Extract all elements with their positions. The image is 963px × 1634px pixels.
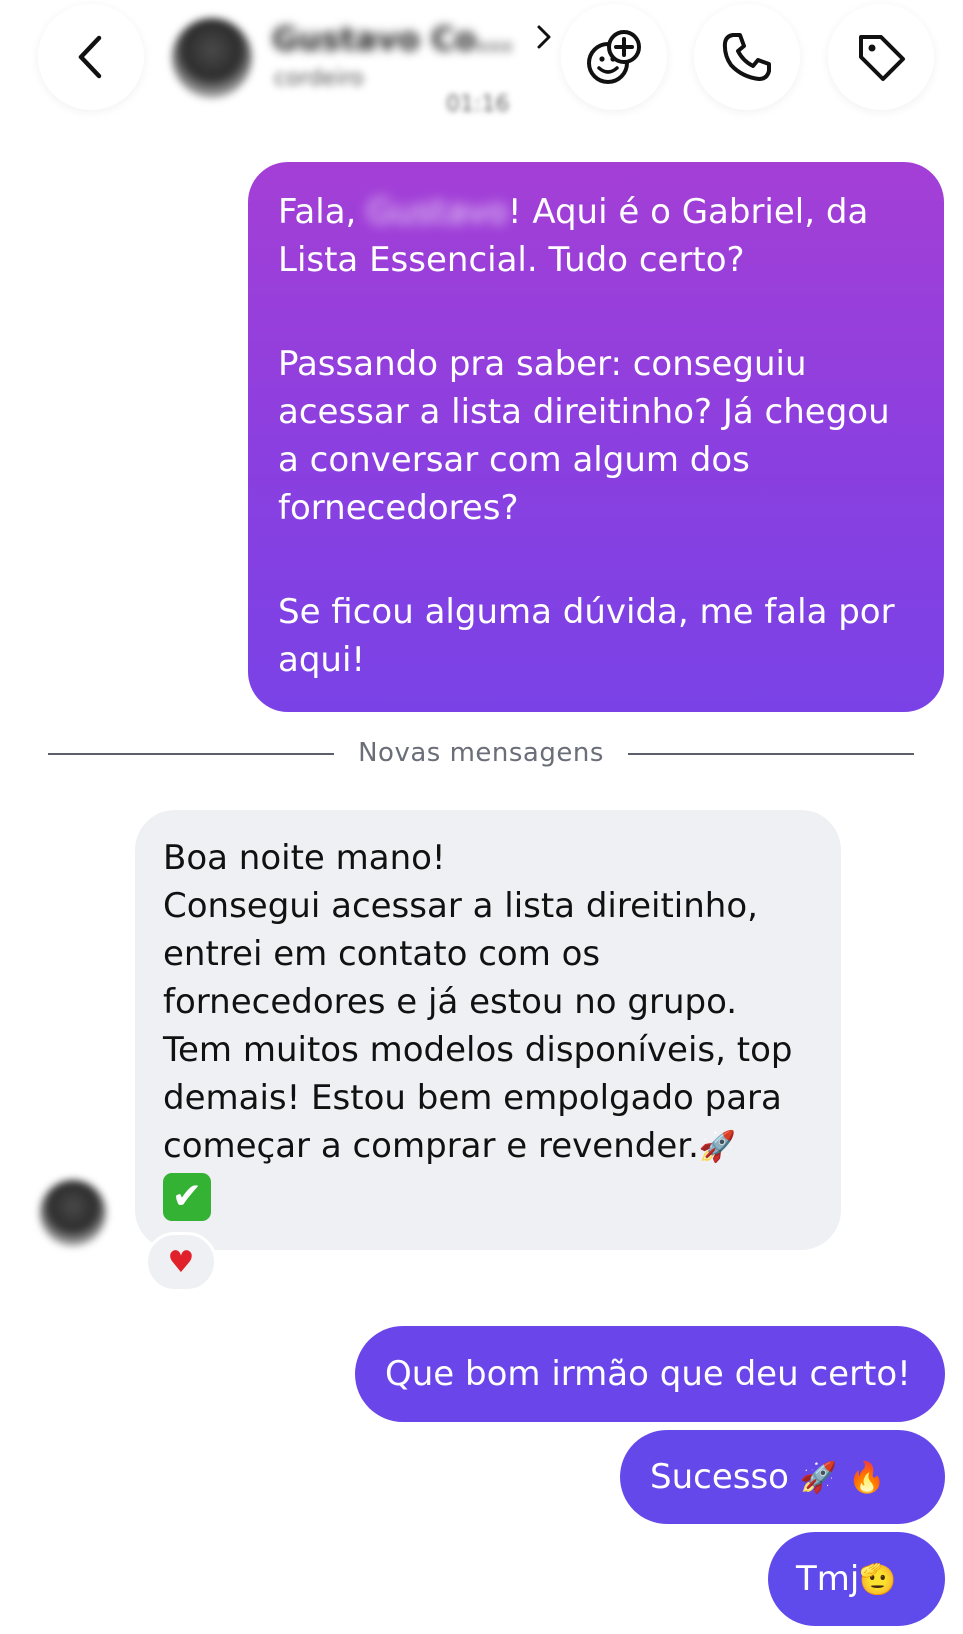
blurred-name: Gustavo <box>367 192 508 232</box>
fire-icon: 🔥 <box>847 1460 886 1496</box>
outgoing-message[interactable]: Fala, Gustavo! Aqui é o Gabriel, da List… <box>248 162 944 712</box>
heart-reaction-icon[interactable]: ♥ <box>145 1232 217 1292</box>
message-line: acessar a lista direitinho? Já chegou <box>278 392 890 432</box>
new-messages-divider: Novas mensagens <box>48 738 914 770</box>
message-text: Tmj <box>796 1559 860 1599</box>
phone-icon <box>722 33 771 81</box>
back-chevron-icon <box>78 35 102 79</box>
tag-icon <box>859 35 905 81</box>
outgoing-message[interactable]: Que bom irmão que deu certo! <box>355 1326 945 1422</box>
message-text: Sucesso <box>650 1457 789 1497</box>
message-text: Que bom irmão que deu certo! <box>385 1354 911 1394</box>
sticker-button[interactable] <box>561 4 667 110</box>
sender-avatar[interactable] <box>40 1180 106 1246</box>
message-line: entrei em contato com os <box>163 934 601 974</box>
chevron-right-icon[interactable] <box>534 22 554 52</box>
check-mark-icon: ✔ <box>163 1173 211 1221</box>
message-line: Consegui acessar a lista direitinho, <box>163 886 758 926</box>
rocket-icon: 🚀 <box>698 1129 737 1165</box>
divider-label: Novas mensagens <box>358 738 604 768</box>
message-line: Boa noite mano! <box>163 838 446 878</box>
message-line: Passando pra saber: conseguiu <box>278 344 807 384</box>
sticker-add-icon <box>587 30 641 84</box>
chat-header: Gustavo Co... cordeiro 01:16 <box>0 0 963 130</box>
divider-line <box>48 753 334 755</box>
incoming-message[interactable]: Boa noite mano! Consegui acessar a lista… <box>135 810 841 1250</box>
outgoing-message[interactable]: Tmj🫡 <box>768 1532 945 1626</box>
message-line: Fala, Gustavo! Aqui é o Gabriel, da <box>278 188 914 236</box>
message-line: começar a comprar e revender.🚀 <box>163 1126 737 1166</box>
saluting-face-icon: 🫡 <box>859 1562 897 1598</box>
message-line: fornecedores e já estou no grupo. <box>163 982 738 1022</box>
contact-avatar[interactable] <box>172 18 252 98</box>
message-line: a conversar com algum dos <box>278 440 750 480</box>
contact-name[interactable]: Gustavo Co... <box>272 20 513 58</box>
message-line: demais! Estou bem empolgado para <box>163 1078 782 1118</box>
header-time: 01:16 <box>446 92 510 117</box>
divider-line <box>628 753 914 755</box>
tag-button[interactable] <box>828 4 934 110</box>
call-button[interactable] <box>694 4 800 110</box>
back-button[interactable] <box>38 4 144 110</box>
rocket-icon: 🚀 <box>799 1460 838 1496</box>
message-line: aqui! <box>278 640 366 680</box>
contact-status: cordeiro <box>274 66 364 91</box>
message-line: Lista Essencial. Tudo certo? <box>278 240 745 280</box>
message-line: fornecedores? <box>278 488 519 528</box>
message-line: Tem muitos modelos disponíveis, top <box>163 1030 793 1070</box>
message-line: ✔ <box>163 1172 813 1221</box>
message-line: Se ficou alguma dúvida, me fala por <box>278 592 895 632</box>
outgoing-message[interactable]: Sucesso 🚀 🔥 <box>620 1430 945 1524</box>
